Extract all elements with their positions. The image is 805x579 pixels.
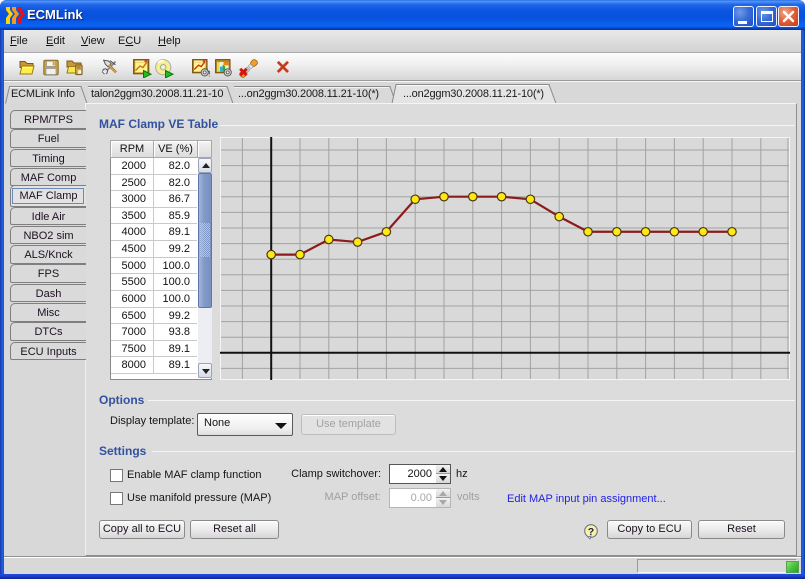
svg-text:?: ? [588, 526, 594, 538]
